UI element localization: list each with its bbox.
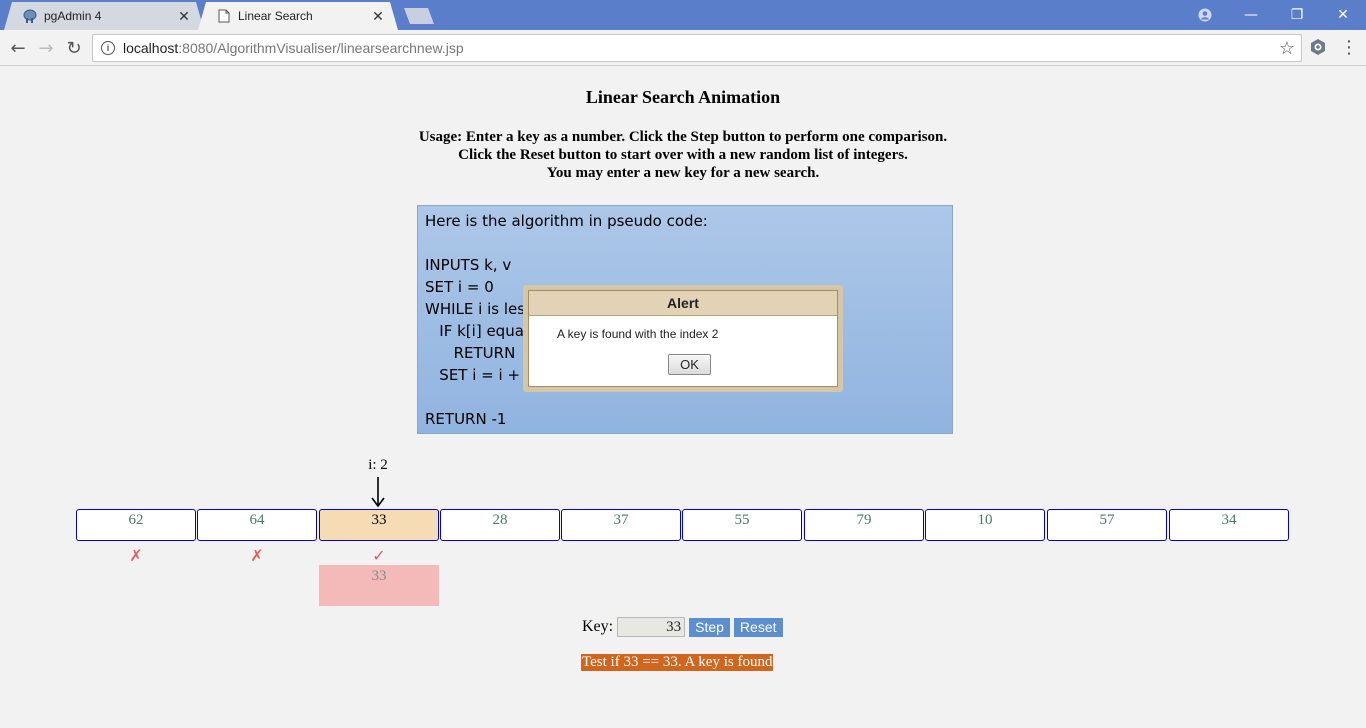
array-cells: 62 64 33 28 37 55 79 10 57 34 <box>76 509 1292 541</box>
menu-icon[interactable]: ⋮ <box>1340 38 1358 58</box>
key-input[interactable] <box>617 617 686 637</box>
elephant-icon <box>22 8 38 24</box>
array-cell: 28 <box>440 509 560 541</box>
array-cell: 34 <box>1169 509 1289 541</box>
compare-key-box: 33 <box>319 565 439 606</box>
tab-linear-search[interactable]: Linear Search ✕ <box>198 2 398 30</box>
tab-title: pgAdmin 4 <box>44 9 102 23</box>
alert-dialog: Alert A key is found with the index 2 OK <box>523 285 843 392</box>
step-button[interactable]: Step <box>689 617 730 637</box>
back-icon[interactable]: ← <box>6 36 30 60</box>
alert-message: A key is found with the index 2 <box>557 327 719 341</box>
array-cell: 57 <box>1047 509 1167 541</box>
browser-toolbar: ← → ↻ i localhost:8080/AlgorithmVisualis… <box>0 30 1366 66</box>
url-host: localhost <box>123 40 179 56</box>
pseudocode-line: INPUTS k, v <box>425 256 512 274</box>
array-cell: 37 <box>561 509 681 541</box>
usage-line: Click the Reset button to start over wit… <box>458 147 908 163</box>
url-path: :8080/AlgorithmVisualiser/linearsearchne… <box>178 40 464 56</box>
restore-icon[interactable]: ❐ <box>1274 0 1320 30</box>
pseudocode-line: RETURN -1 <box>425 410 507 428</box>
array-cell: 64 <box>197 509 317 541</box>
array-cell: 62 <box>76 509 196 541</box>
down-arrow-icon <box>371 477 385 508</box>
usage-line: Usage: Enter a key as a number. Click th… <box>418 129 948 145</box>
array-cell: 10 <box>925 509 1045 541</box>
array-cell: 55 <box>682 509 802 541</box>
cross-mark-icon: ✗ <box>129 546 143 565</box>
new-tab-button[interactable] <box>404 8 434 24</box>
reload-icon[interactable]: ↻ <box>62 36 86 60</box>
cross-mark-icon: ✗ <box>250 546 264 565</box>
close-icon[interactable]: ✕ <box>370 8 386 24</box>
ok-button[interactable]: OK <box>668 354 711 375</box>
array-cell: 79 <box>804 509 924 541</box>
extension-icon[interactable] <box>1308 37 1328 57</box>
alert-title: Alert <box>529 291 837 316</box>
profile-icon[interactable] <box>1182 0 1228 30</box>
tab-pgadmin[interactable]: pgAdmin 4 ✕ <box>4 2 204 30</box>
usage-line: You may enter a new key for a new search… <box>546 165 820 181</box>
minimize-icon[interactable]: — <box>1228 0 1274 30</box>
page-title: Linear Search Animation <box>585 87 781 107</box>
document-icon <box>216 8 232 24</box>
forward-icon[interactable]: → <box>34 36 58 60</box>
reset-button[interactable]: Reset <box>733 617 783 637</box>
check-mark-icon: ✓ <box>372 546 386 565</box>
usage-text: Usage: Enter a key as a number. Click th… <box>0 128 1366 182</box>
browser-titlebar: pgAdmin 4 ✕ Linear Search ✕ — ❐ ✕ <box>0 0 1366 30</box>
key-label: Key: <box>582 618 614 635</box>
status-message: Test if 33 == 33. A key is found <box>581 654 774 671</box>
pseudocode-line <box>425 232 945 254</box>
close-icon[interactable]: ✕ <box>176 8 192 24</box>
pseudocode-line: Here is the algorithm in pseudo code: <box>425 212 708 230</box>
key-controls: Key: Step Reset <box>582 616 783 638</box>
index-label: i: 2 <box>368 457 388 473</box>
bookmark-star-icon[interactable]: ☆ <box>1279 38 1295 59</box>
alert-body: Alert A key is found with the index 2 OK <box>528 290 838 387</box>
tab-title: Linear Search <box>238 9 313 23</box>
info-icon[interactable]: i <box>101 41 115 55</box>
address-bar[interactable]: i localhost:8080/AlgorithmVisualiser/lin… <box>92 34 1302 62</box>
window-close-icon[interactable]: ✕ <box>1320 0 1366 30</box>
array-cell-current: 33 <box>319 509 439 541</box>
